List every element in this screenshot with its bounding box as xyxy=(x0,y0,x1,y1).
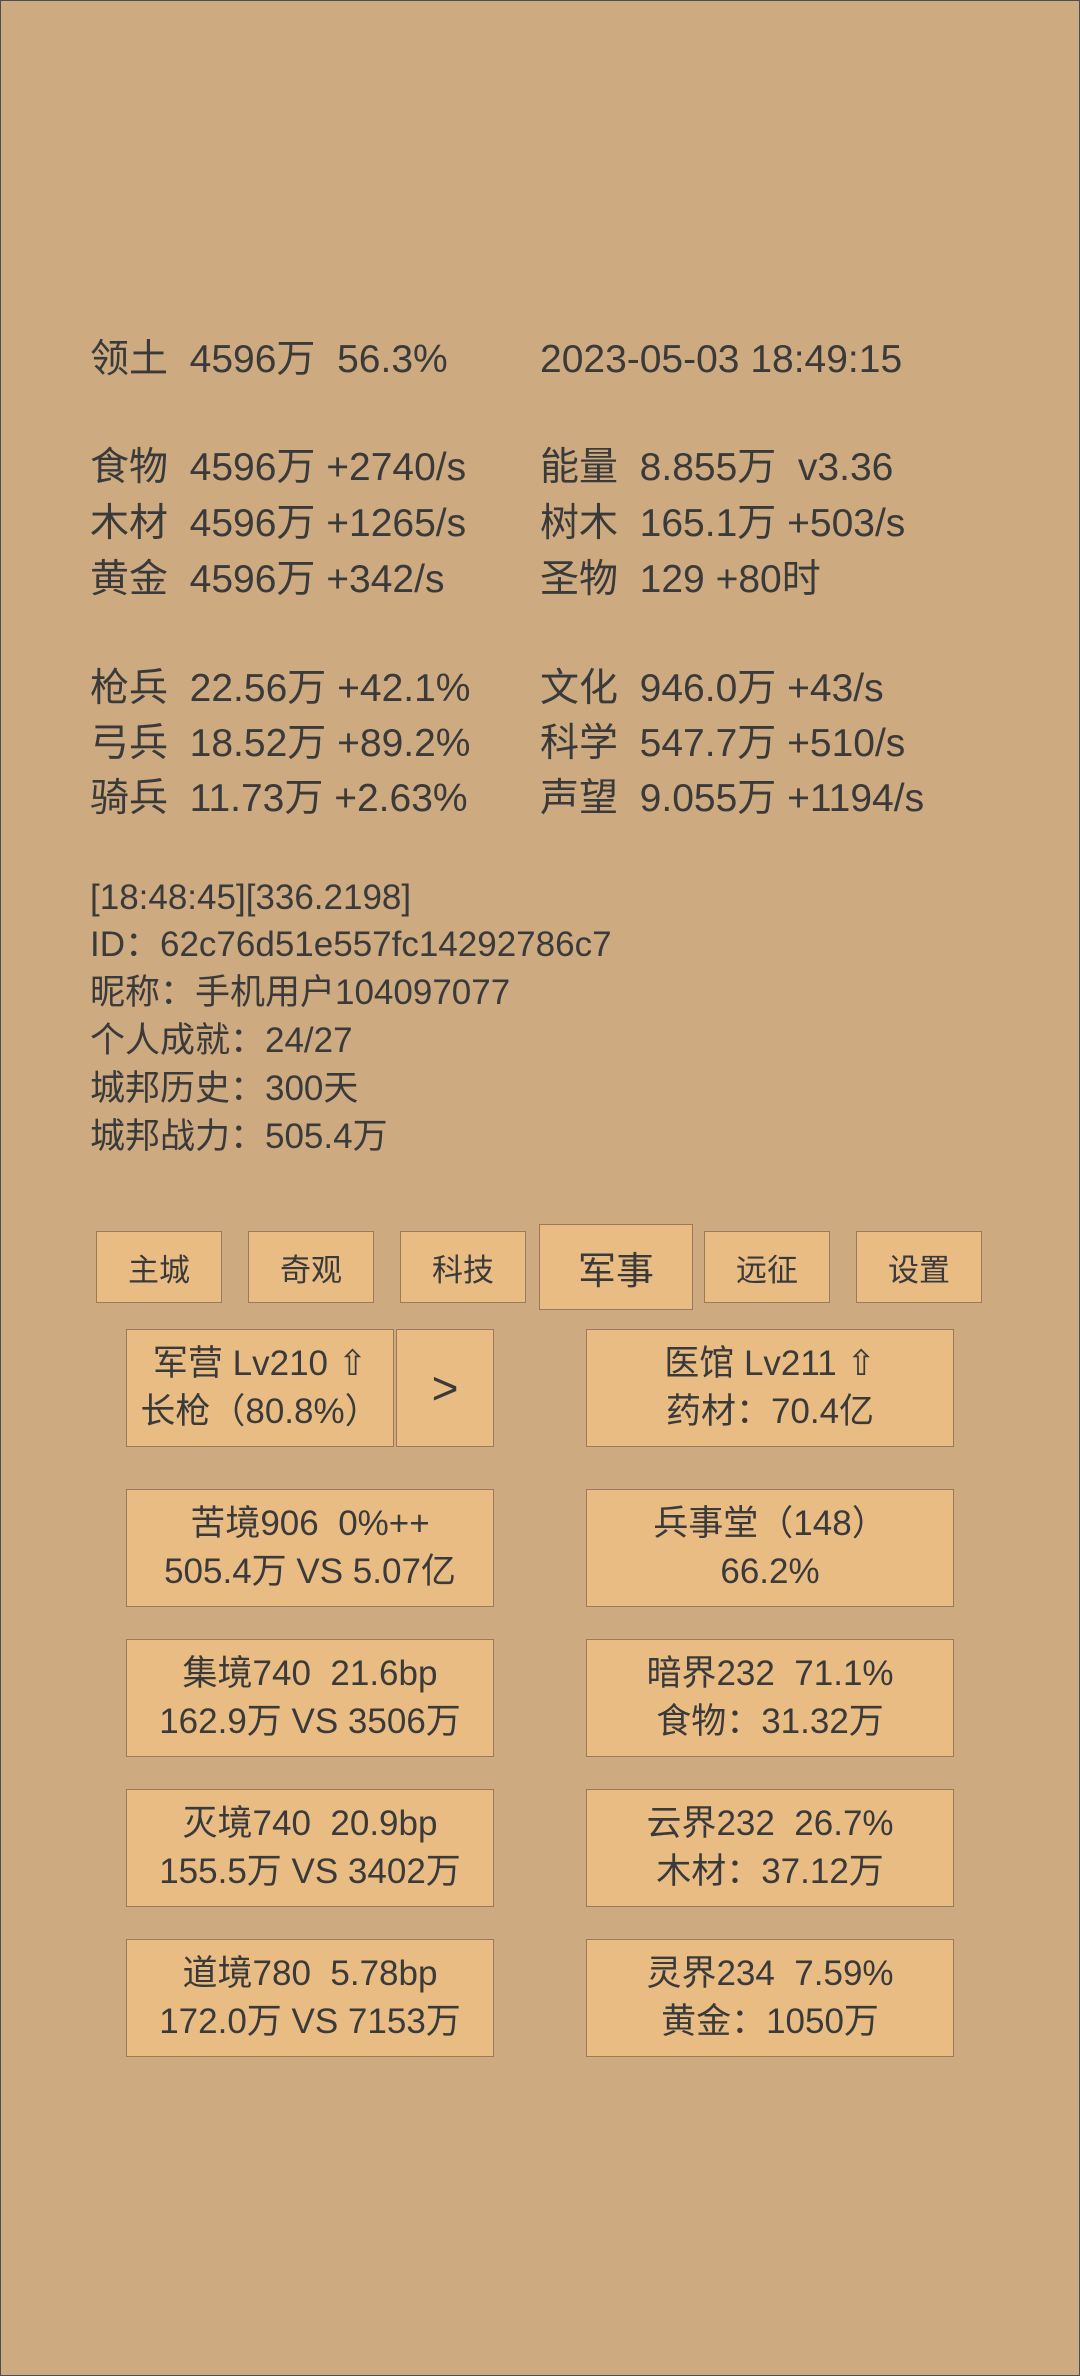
trees-stat: 树木 165.1万 +503/s xyxy=(540,502,906,545)
prestige-stat: 声望 9.055万 +1194/s xyxy=(540,777,925,820)
archer-stat: 弓兵 18.52万 +89.2% xyxy=(90,722,471,765)
log-timestamp: [18:48:45][336.2198] xyxy=(90,878,412,917)
lingjie-detail: 黄金：1050万 xyxy=(661,2002,879,2041)
tab-technology[interactable]: 科技 xyxy=(400,1231,526,1303)
player-achievements: 个人成就：24/27 xyxy=(90,1021,353,1060)
miejing-button[interactable]: 灭境740 20.9bp 155.5万 VS 3402万 xyxy=(126,1789,494,1907)
city-power: 城邦战力：505.4万 xyxy=(90,1117,388,1156)
player-nickname: 昵称：手机用户104097077 xyxy=(90,973,511,1012)
daojing-detail: 172.0万 VS 7153万 xyxy=(159,2002,461,2041)
gold-stat: 黄金 4596万 +342/s xyxy=(90,558,445,601)
lingjie-title: 灵界234 7.59% xyxy=(646,1954,894,1993)
tab-wonders[interactable]: 奇观 xyxy=(248,1231,374,1303)
kujing-title: 苦境906 0%++ xyxy=(190,1504,430,1543)
barracks-next-button[interactable]: > xyxy=(396,1329,494,1447)
anjie-title: 暗界232 71.1% xyxy=(646,1654,894,1693)
daojing-button[interactable]: 道境780 5.78bp 172.0万 VS 7153万 xyxy=(126,1939,494,2057)
miejing-title: 灭境740 20.9bp xyxy=(182,1804,438,1843)
city-history: 城邦历史：300天 xyxy=(90,1069,359,1108)
science-stat: 科学 547.7万 +510/s xyxy=(540,722,906,765)
kujing-detail: 505.4万 VS 5.07亿 xyxy=(164,1552,456,1591)
bingshitang-button[interactable]: 兵事堂（148） 66.2% xyxy=(586,1489,954,1607)
food-stat: 食物 4596万 +2740/s xyxy=(90,446,467,489)
yunjie-detail: 木材：37.12万 xyxy=(656,1852,884,1891)
anjie-button[interactable]: 暗界232 71.1% 食物：31.32万 xyxy=(586,1639,954,1757)
jijing-detail: 162.9万 VS 3506万 xyxy=(159,1702,461,1741)
energy-stat: 能量 8.855万 v3.36 xyxy=(540,446,894,489)
kujing-button[interactable]: 苦境906 0%++ 505.4万 VS 5.07亿 xyxy=(126,1489,494,1607)
miejing-detail: 155.5万 VS 3402万 xyxy=(159,1852,461,1891)
hospital-title: 医馆 Lv211 ⇧ xyxy=(664,1344,876,1383)
tab-expedition[interactable]: 远征 xyxy=(704,1231,830,1303)
barracks-detail: 长枪（80.8%） xyxy=(140,1392,380,1431)
jijing-button[interactable]: 集境740 21.6bp 162.9万 VS 3506万 xyxy=(126,1639,494,1757)
player-id: ID：62c76d51e557fc14292786c7 xyxy=(90,925,612,964)
tab-settings[interactable]: 设置 xyxy=(856,1231,982,1303)
yunjie-title: 云界232 26.7% xyxy=(646,1804,894,1843)
spear-stat: 枪兵 22.56万 +42.1% xyxy=(90,667,471,710)
cavalry-stat: 骑兵 11.73万 +2.63% xyxy=(90,777,468,820)
bingshitang-title: 兵事堂（148） xyxy=(653,1504,887,1543)
daojing-title: 道境780 5.78bp xyxy=(182,1954,438,1993)
relics-stat: 圣物 129 +80时 xyxy=(540,558,821,601)
barracks-title: 军营 Lv210 ⇧ xyxy=(152,1344,368,1383)
hospital-button[interactable]: 医馆 Lv211 ⇧ 药材：70.4亿 xyxy=(586,1329,954,1447)
bingshitang-detail: 66.2% xyxy=(720,1552,820,1591)
barracks-button[interactable]: 军营 Lv210 ⇧ 长枪（80.8%） xyxy=(126,1329,394,1447)
hospital-detail: 药材：70.4亿 xyxy=(665,1392,875,1431)
jijing-title: 集境740 21.6bp xyxy=(182,1654,438,1693)
next-arrow-icon: > xyxy=(431,1362,459,1414)
tab-main-city[interactable]: 主城 xyxy=(96,1231,222,1303)
yunjie-button[interactable]: 云界232 26.7% 木材：37.12万 xyxy=(586,1789,954,1907)
territory-stat: 领土 4596万 56.3% xyxy=(90,338,448,381)
tab-military[interactable]: 军事 xyxy=(539,1224,693,1310)
datetime-display: 2023-05-03 18:49:15 xyxy=(540,338,903,381)
wood-stat: 木材 4596万 +1265/s xyxy=(90,502,467,545)
anjie-detail: 食物：31.32万 xyxy=(656,1702,884,1741)
lingjie-button[interactable]: 灵界234 7.59% 黄金：1050万 xyxy=(586,1939,954,2057)
culture-stat: 文化 946.0万 +43/s xyxy=(540,667,884,710)
